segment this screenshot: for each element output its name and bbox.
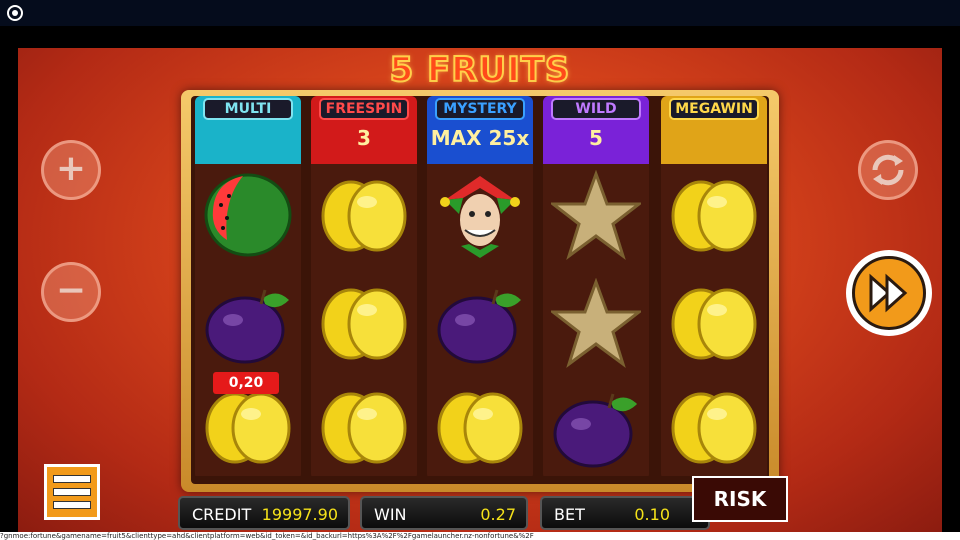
reel-megawin: MEGAWIN [661, 96, 767, 480]
lemon-icon [319, 170, 409, 260]
reel-header: MYSTERY MAX 25x [427, 96, 533, 164]
reel-multi: MULTI [195, 96, 301, 480]
reel-freespin: FREESPIN 3 [311, 96, 417, 480]
status-url-bar: ?gnmoe:fortune&gamename=fruit5&clienttyp… [0, 532, 960, 540]
fast-forward-icon [869, 273, 908, 313]
watermelon-icon [203, 170, 293, 260]
plum-icon [203, 278, 293, 368]
star-icon [548, 277, 644, 368]
win-panel: WIN 0.27 [360, 496, 528, 530]
lemon-icon [669, 278, 759, 368]
joker-icon [435, 170, 525, 260]
star-icon [548, 169, 644, 260]
spin-button[interactable] [846, 250, 932, 336]
menu-button[interactable] [44, 464, 100, 520]
minus-icon: − [55, 270, 87, 311]
lemon-icon [203, 382, 293, 472]
bet-increase-button[interactable]: + [41, 140, 101, 200]
app-logo-icon [7, 5, 23, 21]
plus-icon: + [55, 148, 87, 189]
reel-mystery: MYSTERY MAX 25x [427, 96, 533, 480]
win-amount-tag: 0,20 [213, 372, 279, 394]
credit-panel: CREDIT 19997.90 [178, 496, 350, 530]
plum-icon [435, 278, 525, 368]
lemon-icon [319, 382, 409, 472]
game-title: 5 FRUITS [389, 49, 571, 91]
reel-label: WILD [551, 98, 641, 120]
lemon-icon [319, 278, 409, 368]
reel-header: MULTI [195, 96, 301, 164]
credit-label: CREDIT [192, 505, 252, 524]
reel-value: 5 [589, 126, 603, 150]
bet-value: 0.10 [634, 505, 670, 524]
top-bar [0, 0, 960, 26]
plum-icon [551, 382, 641, 472]
lemon-icon [669, 382, 759, 472]
autoplay-button[interactable] [858, 140, 918, 200]
risk-button[interactable]: RISK [692, 476, 788, 522]
refresh-icon [872, 154, 904, 186]
reel-header: MEGAWIN [661, 96, 767, 164]
reel-wild: WILD 5 [543, 96, 649, 480]
reel-value: 3 [357, 126, 371, 150]
bet-panel[interactable]: BET 0.10 [540, 496, 710, 530]
reel-label: FREESPIN [319, 98, 409, 120]
reel-label: MULTI [203, 98, 293, 120]
win-value: 0.27 [480, 505, 516, 524]
menu-icon [53, 475, 91, 483]
credit-value: 19997.90 [261, 505, 338, 524]
lemon-icon [669, 170, 759, 260]
reel-header: FREESPIN 3 [311, 96, 417, 164]
win-label: WIN [374, 505, 407, 524]
lemon-icon [435, 382, 525, 472]
bet-label: BET [554, 505, 585, 524]
reel-label: MYSTERY [435, 98, 525, 120]
reel-header: WILD 5 [543, 96, 649, 164]
reel-value: MAX 25x [430, 126, 530, 150]
bet-decrease-button[interactable]: − [41, 262, 101, 322]
reel-label: MEGAWIN [669, 98, 759, 120]
